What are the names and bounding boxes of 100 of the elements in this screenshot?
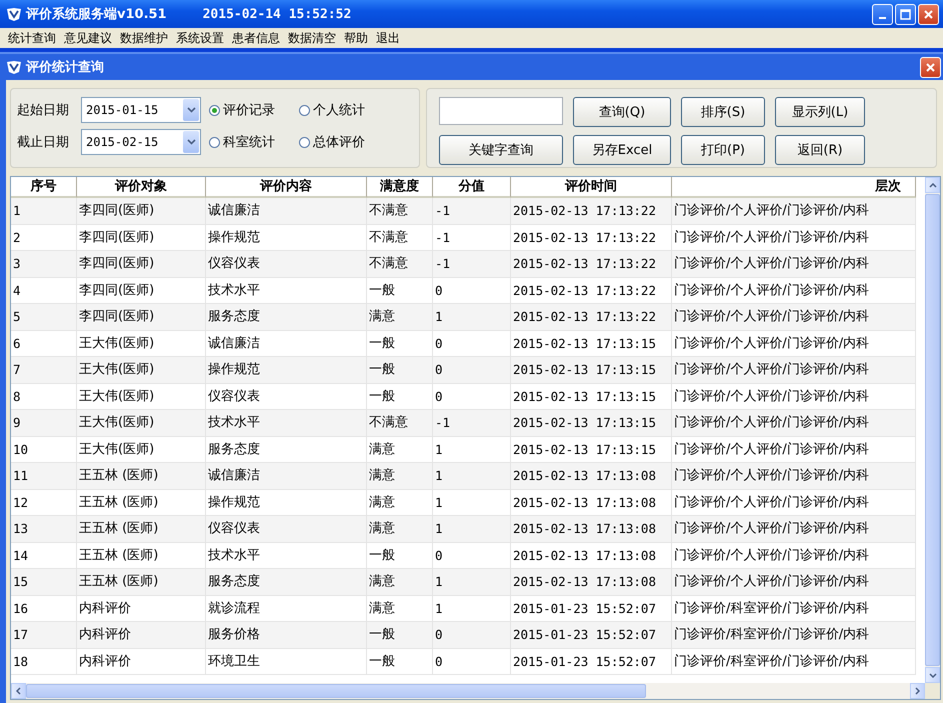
minimize-button[interactable] <box>872 4 893 24</box>
scroll-left-icon[interactable] <box>11 683 26 699</box>
table-cell: 门诊评价/个人评价/门诊评价/内科 <box>672 304 916 330</box>
column-header[interactable]: 满意度 <box>367 177 433 198</box>
action-button[interactable]: 显示列(L) <box>775 97 865 127</box>
scroll-up-icon[interactable] <box>925 177 940 193</box>
close-icon <box>925 62 936 72</box>
menu-item[interactable]: 意见建议 <box>60 30 116 46</box>
radio-button[interactable] <box>209 136 220 148</box>
menu-item[interactable]: 数据维护 <box>116 30 172 46</box>
radio-option[interactable]: 科室统计 <box>209 133 299 151</box>
table-cell: 门诊评价/个人评价/门诊评价/内科 <box>672 463 916 490</box>
table-cell: 13 <box>11 516 77 542</box>
table-cell: 李四同(医师) <box>77 198 206 224</box>
child-window-title: 评价统计查询 <box>26 58 104 76</box>
scrollbar-corner <box>925 683 940 699</box>
table-cell: 门诊评价/个人评价/门诊评价/内科 <box>672 569 916 596</box>
table-cell: 门诊评价/个人评价/门诊评价/内科 <box>672 251 916 278</box>
minimize-icon <box>879 17 886 19</box>
table-cell: 0 <box>433 622 511 648</box>
radio-button[interactable] <box>299 104 310 116</box>
table-cell: 门诊评价/科室评价/门诊评价/内科 <box>672 648 916 675</box>
table-cell: 环境卫生 <box>206 648 367 675</box>
radio-option[interactable]: 评价记录 <box>209 101 299 119</box>
table-cell: 王大伟(医师) <box>77 410 206 436</box>
table-cell: -1 <box>433 198 511 224</box>
radio-button[interactable] <box>299 136 310 148</box>
table-cell: 2015-02-13 17:13:22 <box>511 198 672 224</box>
table-cell: 满意 <box>367 463 433 490</box>
menu-item[interactable]: 患者信息 <box>228 30 284 46</box>
column-header[interactable]: 评价对象 <box>77 177 206 198</box>
table-cell: 李四同(医师) <box>77 304 206 330</box>
table-cell: 3 <box>11 251 77 278</box>
table-cell: 内科评价 <box>77 648 206 675</box>
menu-item[interactable]: 系统设置 <box>172 30 228 46</box>
table-cell: 内科评价 <box>77 622 206 648</box>
table-cell: 服务态度 <box>206 304 367 330</box>
table-cell: 门诊评价/个人评价/门诊评价/内科 <box>672 516 916 542</box>
table-cell: 0 <box>433 357 511 384</box>
action-button[interactable]: 返回(R) <box>775 135 865 165</box>
menu-item[interactable]: 帮助 <box>340 30 372 46</box>
table-cell: 2015-02-13 17:13:15 <box>511 410 672 436</box>
close-button[interactable] <box>918 4 939 24</box>
column-header[interactable]: 分值 <box>433 177 511 198</box>
table-cell: 门诊评价/个人评价/门诊评价/内科 <box>672 410 916 436</box>
table-cell: 2015-02-13 17:13:22 <box>511 304 672 330</box>
radio-option[interactable]: 个人统计 <box>299 101 389 119</box>
table-cell: -1 <box>433 251 511 278</box>
table-cell: 李四同(医师) <box>77 251 206 278</box>
radio-button[interactable] <box>209 104 220 116</box>
close-icon <box>923 8 934 20</box>
action-button[interactable]: 关键字查询 <box>439 135 563 165</box>
table-cell: 不满意 <box>367 198 433 224</box>
menu-item[interactable]: 统计查询 <box>4 30 60 46</box>
scroll-down-icon[interactable] <box>925 667 940 683</box>
start-date-label: 起始日期 <box>17 102 70 119</box>
table-cell: 1 <box>433 569 511 596</box>
table-cell: 服务态度 <box>206 569 367 596</box>
table-cell: 2015-02-13 17:13:08 <box>511 516 672 542</box>
scroll-right-icon[interactable] <box>910 683 925 699</box>
table-cell: 满意 <box>367 516 433 542</box>
table-cell: 5 <box>11 304 77 330</box>
table-cell: 11 <box>11 463 77 490</box>
table-cell: 满意 <box>367 569 433 596</box>
table-cell: -1 <box>433 410 511 436</box>
table-cell: 门诊评价/科室评价/门诊评价/内科 <box>672 622 916 648</box>
table-cell: 2015-01-23 15:52:07 <box>511 622 672 648</box>
column-header[interactable]: 层次 <box>672 177 916 198</box>
table-cell: 操作规范 <box>206 357 367 384</box>
keyword-input-field[interactable] <box>439 97 563 125</box>
table-cell: 一般 <box>367 648 433 675</box>
table-cell: 一般 <box>367 622 433 648</box>
table-cell: 1 <box>433 304 511 330</box>
table-cell: 2015-02-13 17:13:08 <box>511 569 672 596</box>
table-cell: 1 <box>11 198 77 224</box>
maximize-button[interactable] <box>895 4 916 24</box>
table-cell: 诚信廉洁 <box>206 463 367 490</box>
table-cell: 2015-02-13 17:13:22 <box>511 251 672 278</box>
table-cell: 技术水平 <box>206 410 367 436</box>
window-datetime: 2015-02-14 15:52:52 <box>202 6 352 22</box>
table-cell: 不满意 <box>367 410 433 436</box>
action-button[interactable]: 查询(Q) <box>573 97 671 127</box>
action-button[interactable]: 排序(S) <box>681 97 765 127</box>
action-button[interactable]: 另存Excel <box>573 135 671 165</box>
table-cell: 15 <box>11 569 77 596</box>
start-date-dropdown[interactable]: 2015-01-15 <box>81 97 201 123</box>
table-cell: 王五林 (医师) <box>77 569 206 596</box>
menu-item[interactable]: 数据清空 <box>284 30 340 46</box>
table-cell: 1 <box>433 463 511 490</box>
column-header[interactable]: 评价时间 <box>511 177 672 198</box>
menu-item[interactable]: 退出 <box>372 30 404 46</box>
column-header[interactable]: 序号 <box>11 177 77 198</box>
end-date-dropdown[interactable]: 2015-02-15 <box>81 129 201 155</box>
radio-option[interactable]: 总体评价 <box>299 133 389 151</box>
action-button[interactable]: 打印(P) <box>681 135 765 165</box>
table-cell: 王五林 (医师) <box>77 463 206 490</box>
end-date-label: 截止日期 <box>17 134 70 151</box>
close-button[interactable] <box>920 56 941 78</box>
table-cell: 0 <box>433 648 511 675</box>
column-header[interactable]: 评价内容 <box>206 177 367 198</box>
